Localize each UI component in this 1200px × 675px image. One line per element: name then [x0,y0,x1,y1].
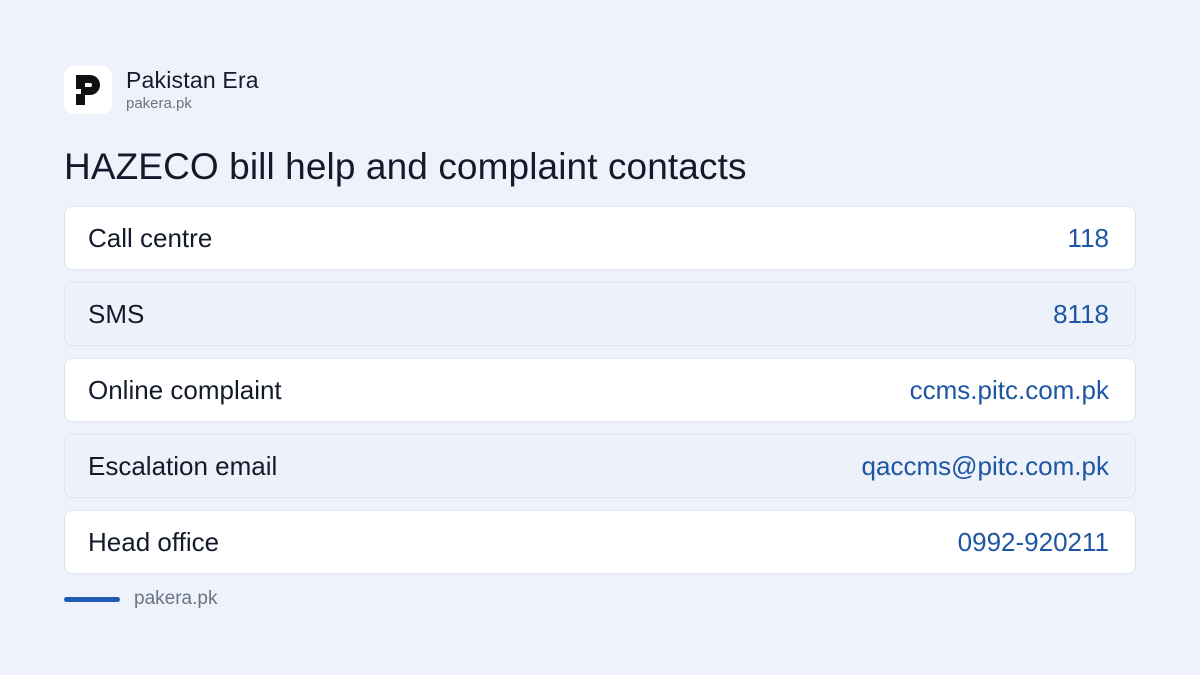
contact-row-escalation-email: Escalation email qaccms@pitc.com.pk [64,434,1136,498]
contact-label: Escalation email [88,450,278,481]
brand-name: Pakistan Era [126,67,259,93]
contact-label: Call centre [88,222,213,253]
contact-row-head-office: Head office 0992-920211 [64,510,1136,574]
contact-label: Head office [88,526,220,557]
footer-domain: pakera.pk [134,588,218,609]
contact-label: SMS [88,298,145,329]
contact-value[interactable]: ccms.pitc.com.pk [910,375,1109,406]
contact-value[interactable]: 118 [1068,223,1109,254]
page-title: HAZECO bill help and complaint contacts [64,146,747,187]
contact-list: Call centre 118 SMS 8118 Online complain… [64,206,1136,586]
contact-row-call-centre: Call centre 118 [64,206,1136,270]
brand-domain: pakera.pk [126,95,192,112]
contact-value[interactable]: 8118 [1053,299,1109,330]
contact-row-sms: SMS 8118 [64,282,1136,346]
brand-header: Pakistan Era pakera.pk [64,66,259,114]
footer: pakera.pk [64,588,217,610]
footer-accent-bar [64,596,120,602]
contact-label: Online complaint [88,374,282,405]
contact-value[interactable]: qaccms@pitc.com.pk [862,451,1109,482]
pakera-logo-icon [64,66,112,114]
contact-row-online-complaint: Online complaint ccms.pitc.com.pk [64,358,1136,422]
contact-value[interactable]: 0992-920211 [958,527,1109,558]
